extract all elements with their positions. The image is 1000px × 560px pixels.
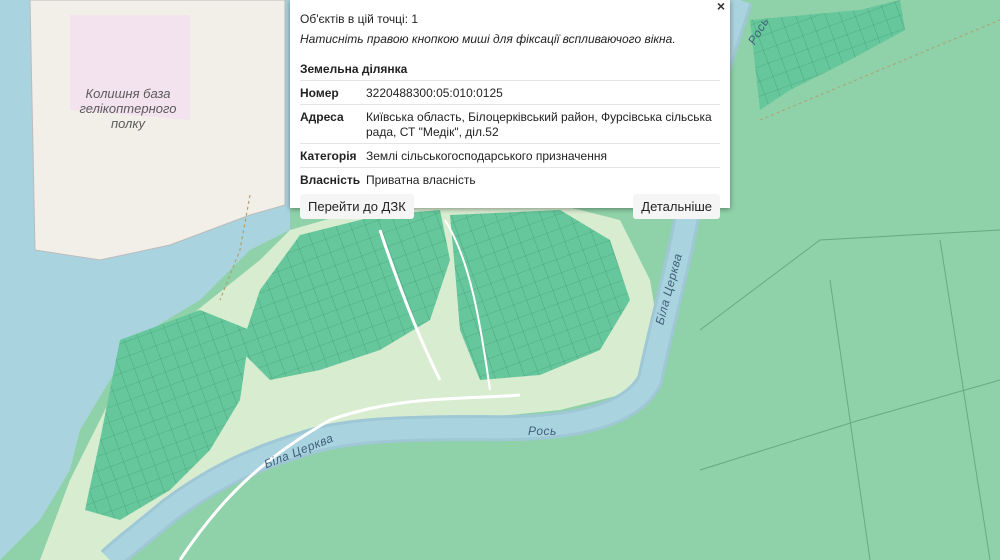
details-button[interactable]: Детальніше xyxy=(633,194,720,219)
row-value: Приватна власність xyxy=(366,167,720,191)
info-popup: × Об'єктів в цій точці: 1 Натисніть прав… xyxy=(290,0,730,219)
go-to-dzk-button[interactable]: Перейти до ДЗК xyxy=(300,194,414,219)
object-count: Об'єктів в цій точці: 1 xyxy=(300,12,419,26)
row-key: Категорія xyxy=(300,143,366,168)
row-value: 3220488300:05:010:0125 xyxy=(366,80,720,105)
table-row: Власність Приватна власність xyxy=(300,167,720,191)
row-key: Номер xyxy=(300,80,366,105)
row-key: Власність xyxy=(300,167,366,191)
river-label-ros: Рось xyxy=(528,424,557,438)
row-key: Адреса xyxy=(300,104,366,144)
table-row: Номер 3220488300:05:010:0125 xyxy=(300,80,720,105)
parcel-info-table: Номер 3220488300:05:010:0125 Адреса Київ… xyxy=(300,80,720,191)
row-value: Землі сільськогосподарського призначення xyxy=(366,143,720,168)
close-icon[interactable]: × xyxy=(717,0,725,14)
popup-hint: Натисніть правою кнопкою миші для фіксац… xyxy=(300,32,676,46)
section-title: Земельна ділянка xyxy=(300,62,408,76)
row-value: Київська область, Білоцерківський район,… xyxy=(366,104,720,144)
table-row: Категорія Землі сільськогосподарського п… xyxy=(300,143,720,168)
table-row: Адреса Київська область, Білоцерківський… xyxy=(300,104,720,144)
base-label: Колишня база гелікоптерного полку xyxy=(79,86,177,131)
